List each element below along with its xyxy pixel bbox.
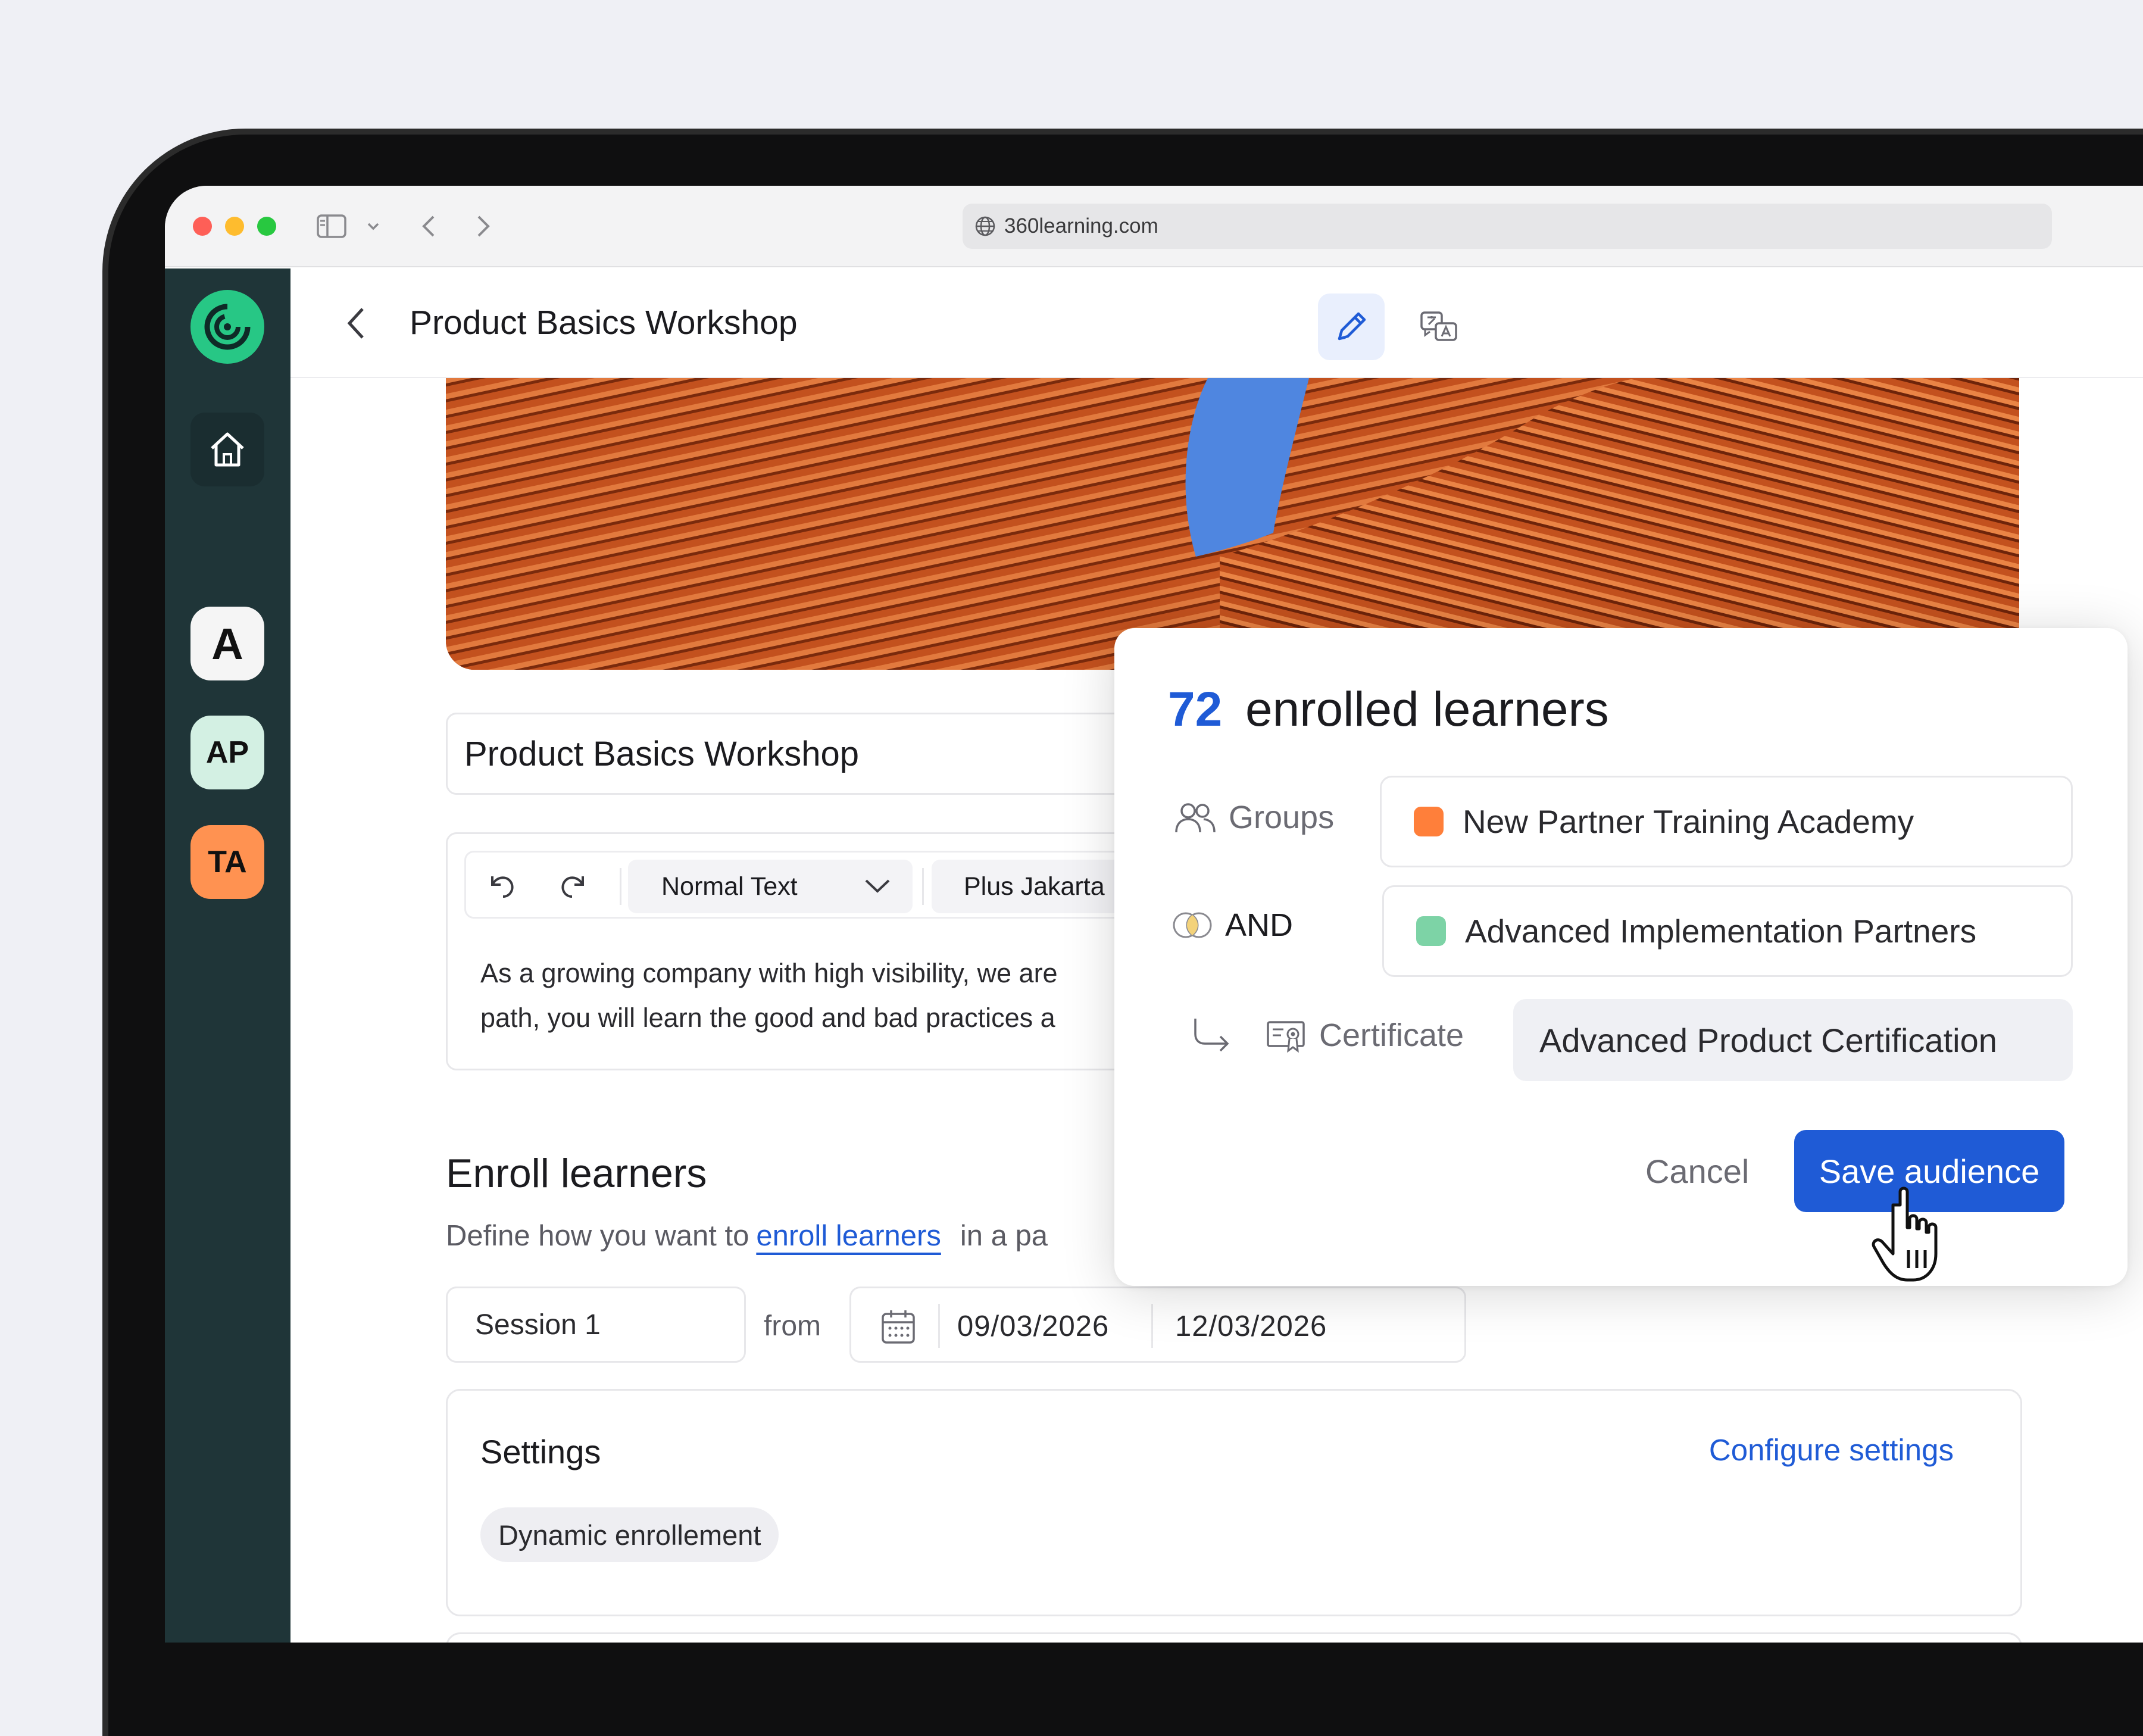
chevron-down-icon: [865, 879, 890, 893]
back-button[interactable]: [338, 305, 374, 341]
users-icon: [1174, 800, 1217, 835]
intersection-icon: [1172, 910, 1213, 941]
forward-nav-icon[interactable]: [468, 210, 498, 243]
session-select[interactable]: Session 1: [446, 1287, 746, 1363]
chevron-down-icon[interactable]: [364, 210, 382, 243]
text-style-select[interactable]: Normal Text: [628, 860, 913, 913]
url-text: 360learning.com: [1004, 214, 1158, 238]
globe-icon: [974, 216, 996, 237]
audience-popup: 72 enrolled learners Groups New Partner …: [1114, 628, 2128, 1286]
from-label: from: [764, 1310, 821, 1342]
workspace-a[interactable]: A: [190, 607, 264, 680]
certificate-select[interactable]: Advanced Product Certification: [1513, 999, 2073, 1081]
redo-icon[interactable]: [555, 868, 591, 904]
configure-settings-link[interactable]: Configure settings: [1709, 1432, 1954, 1468]
settings-card: Settings Configure settings Dynamic enro…: [446, 1389, 2022, 1616]
start-date[interactable]: 09/03/2026: [957, 1310, 1109, 1343]
architecture-photo: [446, 378, 2019, 670]
group-color-swatch: [1414, 807, 1444, 836]
workspace-ta[interactable]: TA: [190, 825, 264, 899]
certificate-label: Certificate: [1191, 1016, 1464, 1054]
and-operator[interactable]: AND: [1172, 907, 1293, 944]
cancel-button[interactable]: Cancel: [1645, 1152, 1749, 1191]
certificate-icon: [1266, 1017, 1307, 1053]
chevron-left-icon: [347, 308, 364, 339]
enroll-learners-link[interactable]: enroll learners: [756, 1220, 941, 1252]
enroll-section-title: Enroll learners: [446, 1151, 707, 1196]
app-sidebar: A AP TA: [165, 268, 290, 1643]
pencil-icon: [1338, 312, 1366, 341]
undo-icon[interactable]: [484, 868, 520, 904]
group-color-swatch: [1416, 916, 1446, 946]
enrolled-heading: enrolled learners: [1245, 682, 1609, 736]
hand-cursor-icon: [1872, 1187, 1938, 1282]
group-select-2[interactable]: Advanced Implementation Partners: [1382, 885, 2073, 977]
date-divider: [938, 1304, 940, 1348]
calendar-icon[interactable]: [877, 1306, 919, 1348]
date-divider: [1151, 1304, 1153, 1348]
home-icon: [211, 432, 244, 467]
date-range-picker[interactable]: 09/03/2026 12/03/2026: [849, 1287, 1466, 1363]
translate-icon: [1420, 311, 1457, 341]
close-window-button[interactable]: [193, 217, 212, 236]
page-title: Product Basics Workshop: [410, 304, 798, 342]
back-nav-icon[interactable]: [414, 210, 443, 243]
edit-mode-button[interactable]: [1318, 294, 1385, 360]
enroll-section-description: Define how you want to enroll learners in …: [446, 1220, 1048, 1252]
toolbar-divider: [922, 868, 924, 905]
end-date[interactable]: 12/03/2026: [1175, 1310, 1327, 1343]
browser-toolbar: 360learning.com: [165, 186, 2143, 267]
zoom-window-button[interactable]: [257, 217, 276, 236]
dynamic-enrollment-chip: Dynamic enrollement: [480, 1507, 779, 1562]
minimize-window-button[interactable]: [225, 217, 244, 236]
page-header: Product Basics Workshop: [290, 268, 2143, 378]
address-bar[interactable]: 360learning.com: [963, 204, 2052, 249]
groups-label: Groups: [1174, 799, 1334, 836]
next-card: [446, 1632, 2022, 1643]
workspace-ap[interactable]: AP: [190, 716, 264, 789]
settings-title: Settings: [480, 1433, 601, 1470]
translate-button[interactable]: [1410, 298, 1469, 358]
sidebar-toggle-icon[interactable]: [314, 210, 349, 243]
home-nav-button[interactable]: [190, 413, 264, 486]
group-select-1[interactable]: New Partner Training Academy: [1380, 776, 2073, 867]
course-cover-image[interactable]: [446, 378, 2019, 670]
arrow-return-icon: [1191, 1016, 1232, 1054]
enrolled-count: 72: [1168, 682, 1223, 736]
toolbar-divider: [620, 868, 621, 905]
app-logo[interactable]: [190, 290, 264, 364]
